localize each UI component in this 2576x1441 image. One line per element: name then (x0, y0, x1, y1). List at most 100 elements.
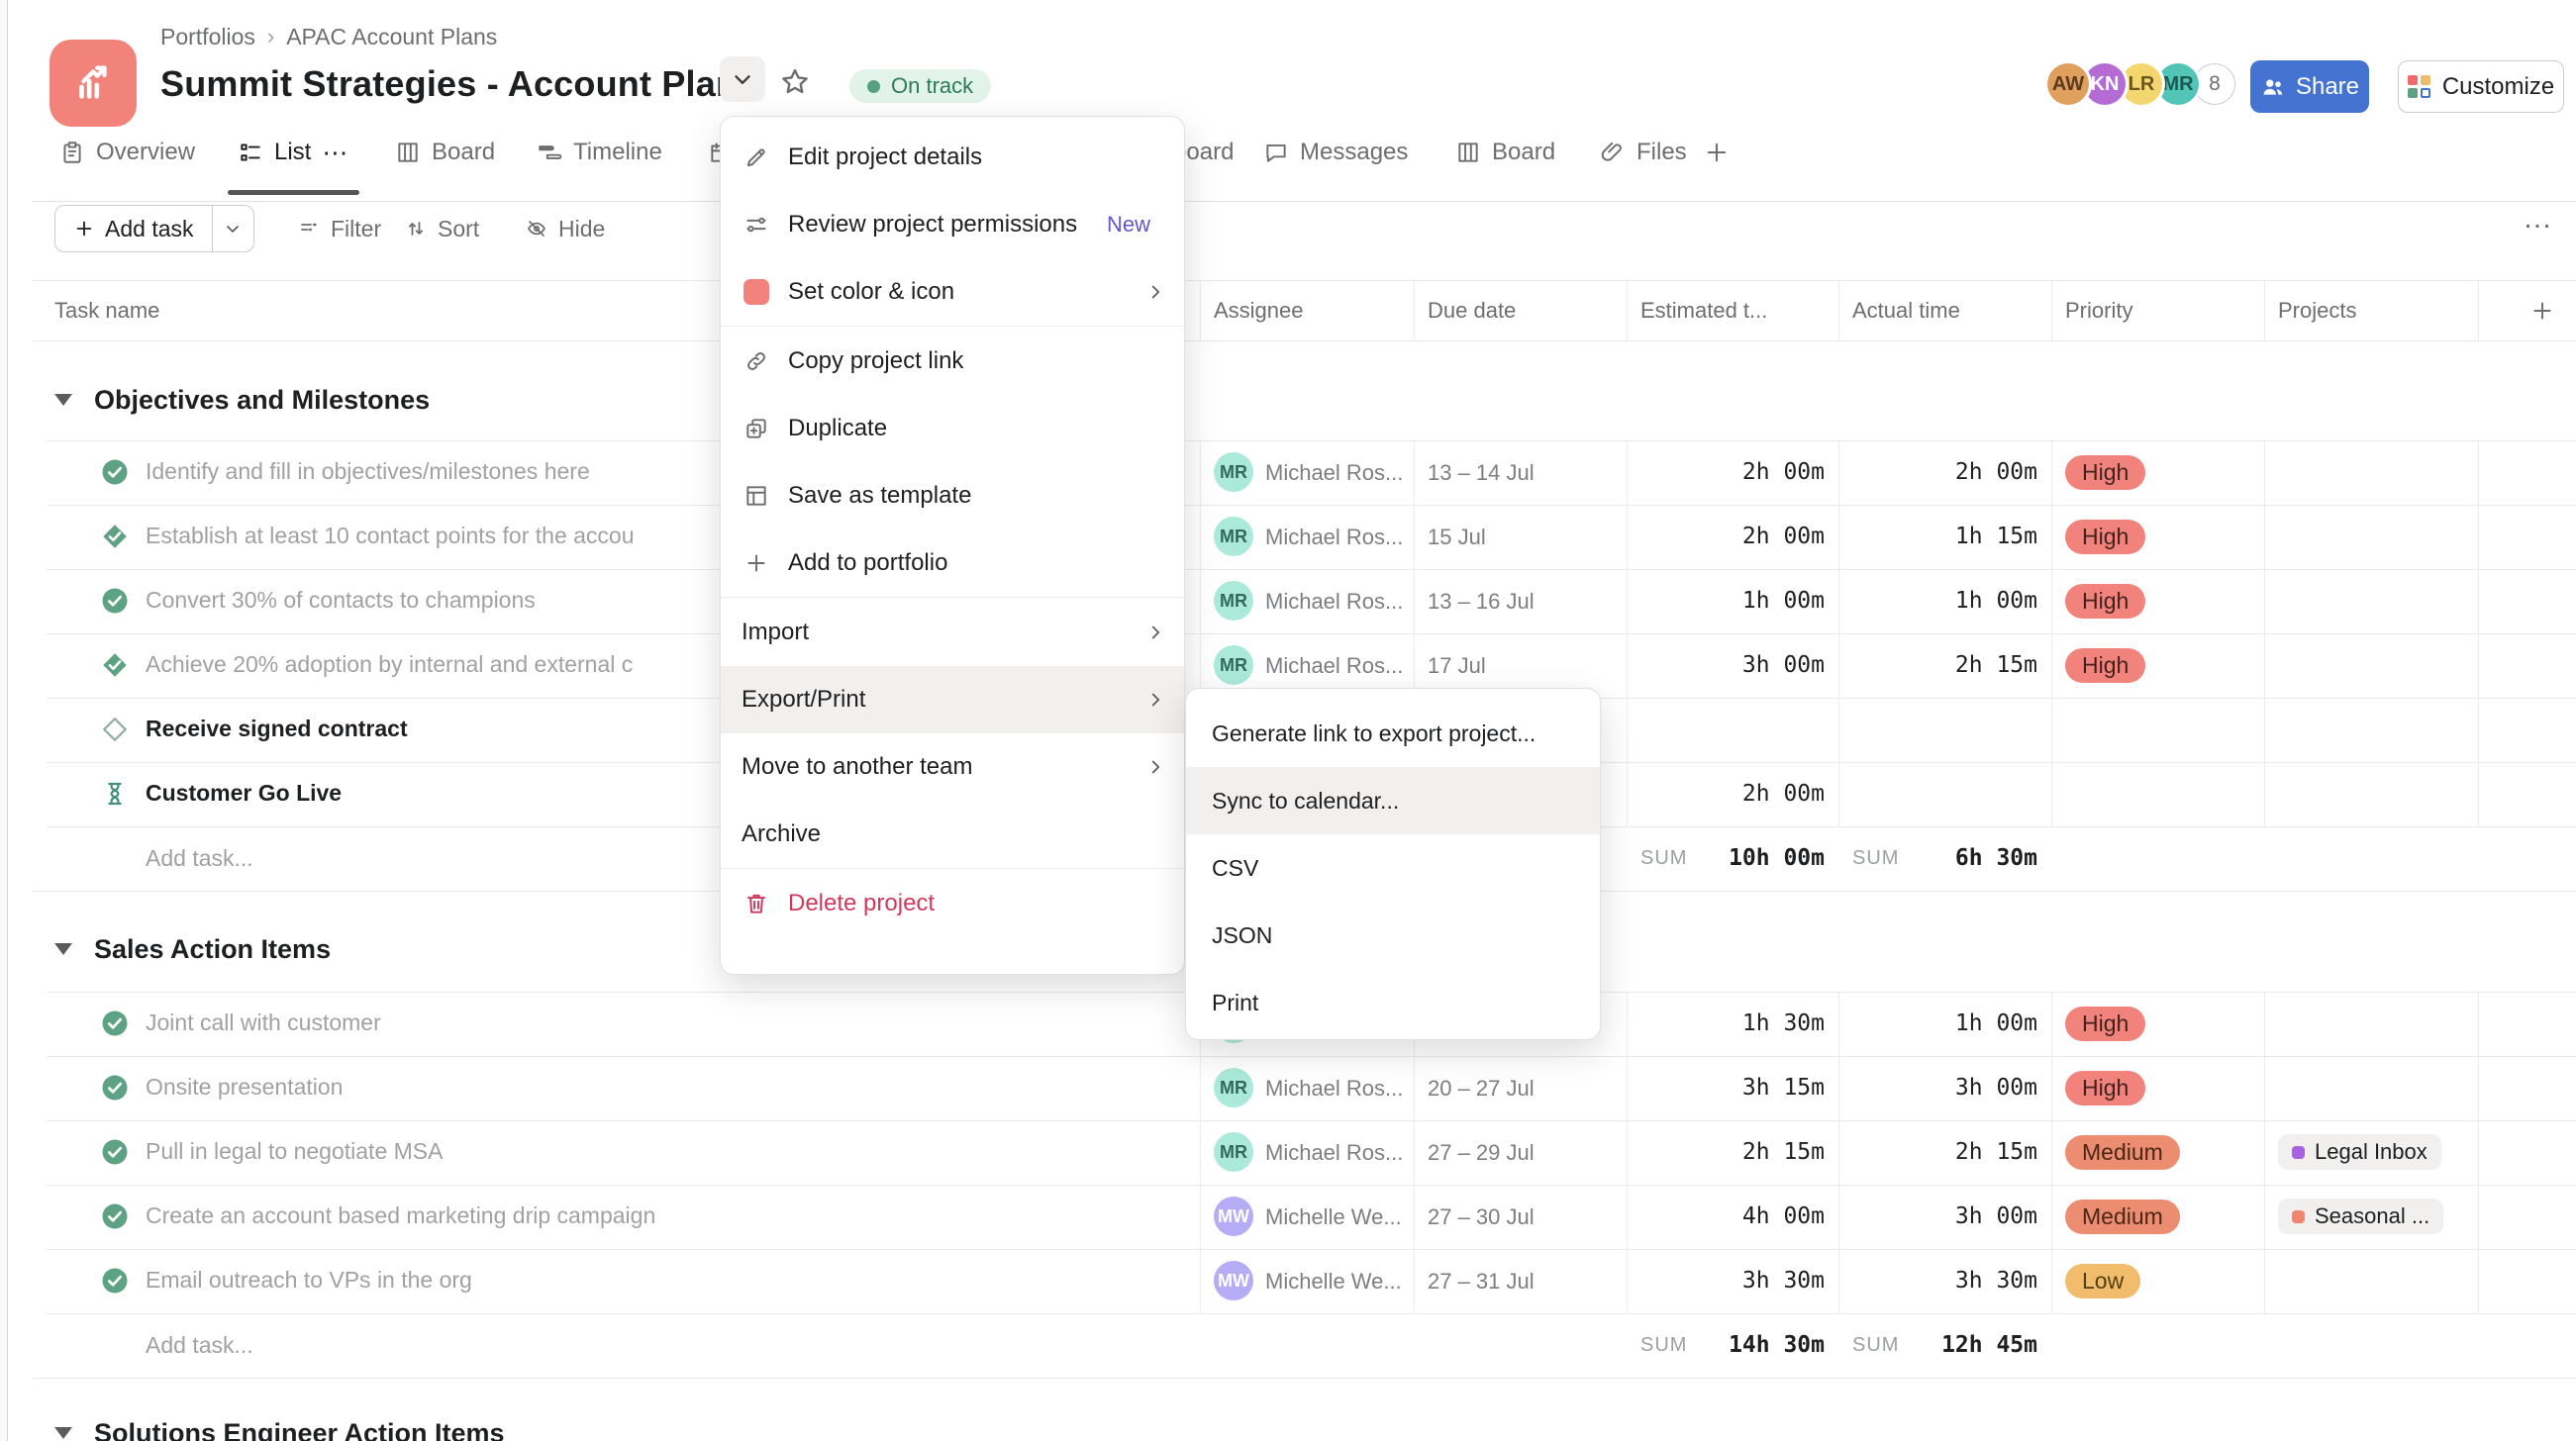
assignee-name[interactable]: Michael Ros... (1265, 525, 1403, 550)
add-tab-button[interactable] (1703, 127, 1731, 178)
submenu-item-csv[interactable]: CSV (1186, 834, 1600, 902)
status-badge[interactable]: On track (849, 69, 991, 103)
assignee-name[interactable]: Michael Ros... (1265, 1076, 1403, 1102)
task-row[interactable]: Identify and fill in objectives/mileston… (0, 440, 2576, 505)
menu-item-export-print[interactable]: Export/Print (721, 666, 1184, 733)
assignee-avatar[interactable]: MR (1214, 517, 1253, 556)
assignee-avatar[interactable]: MR (1214, 1132, 1253, 1172)
toolbar-more-button[interactable]: … (2523, 202, 2554, 236)
tab-board[interactable]: Board (1455, 127, 1555, 178)
assignee-name[interactable]: Michael Ros... (1265, 589, 1403, 615)
task-name[interactable]: Achieve 20% adoption by internal and ext… (146, 651, 633, 678)
estimated-time-cell[interactable]: 3h 30m (1640, 1268, 1825, 1294)
actual-time-cell[interactable]: 1h 15m (1853, 524, 2037, 549)
filter-button[interactable]: Filter (297, 205, 381, 252)
task-completed-check-icon[interactable] (100, 1009, 130, 1038)
add-column-button[interactable] (2509, 280, 2576, 341)
column-header-estimated-t-[interactable]: Estimated t... (1640, 280, 1767, 341)
project-tag[interactable]: Legal Inbox (2278, 1134, 2441, 1170)
member-avatar[interactable]: LR (2121, 63, 2162, 105)
estimated-time-cell[interactable]: 2h 00m (1640, 459, 1825, 485)
breadcrumb-portfolios[interactable]: Portfolios (160, 24, 255, 50)
menu-item-import[interactable]: Import (721, 599, 1184, 666)
assignee-name[interactable]: Michelle We... (1265, 1204, 1402, 1230)
assignee-avatar[interactable]: MR (1214, 645, 1253, 685)
column-header-due-date[interactable]: Due date (1428, 280, 1516, 341)
approval-hourglass-icon[interactable] (100, 779, 130, 809)
task-name[interactable]: Identify and fill in objectives/mileston… (146, 458, 590, 485)
estimated-time-cell[interactable]: 3h 15m (1640, 1075, 1825, 1101)
milestone-completed-icon[interactable] (100, 650, 130, 680)
hide-button[interactable]: Hide (525, 205, 605, 252)
tab-more-options[interactable]: ⋯ (322, 138, 348, 168)
column-header-projects[interactable]: Projects (2278, 280, 2356, 341)
priority-badge[interactable]: High (2065, 584, 2145, 619)
task-row[interactable]: Convert 30% of contacts to championsMRMi… (0, 569, 2576, 633)
submenu-item-generate-link-to-export-project-[interactable]: Generate link to export project... (1186, 700, 1600, 767)
task-name[interactable]: Convert 30% of contacts to champions (146, 587, 536, 614)
add-task-dropdown[interactable] (212, 206, 253, 251)
menu-item-archive[interactable]: Archive (721, 801, 1184, 868)
project-actions-dropdown-button[interactable] (720, 56, 765, 102)
priority-badge[interactable]: Medium (2065, 1200, 2180, 1234)
customize-button[interactable]: Customize (2398, 60, 2564, 113)
priority-badge[interactable]: Medium (2065, 1135, 2180, 1170)
column-header-actual-time[interactable]: Actual time (1852, 280, 1960, 341)
task-name[interactable]: Customer Go Live (146, 780, 342, 807)
task-row[interactable]: Establish at least 10 contact points for… (0, 505, 2576, 569)
priority-badge[interactable]: High (2065, 648, 2145, 683)
priority-badge[interactable]: High (2065, 455, 2145, 490)
due-date-cell[interactable]: 13 – 16 Jul (1428, 589, 1535, 615)
assignee-avatar[interactable]: MW (1214, 1197, 1253, 1236)
due-date-cell[interactable]: 27 – 31 Jul (1428, 1269, 1535, 1295)
task-name[interactable]: Receive signed contract (146, 716, 408, 742)
menu-item-edit-project-details[interactable]: Edit project details (721, 124, 1184, 191)
assignee-name[interactable]: Michael Ros... (1265, 460, 1403, 486)
task-completed-check-icon[interactable] (100, 1137, 130, 1167)
submenu-item-sync-to-calendar-[interactable]: Sync to calendar... (1186, 767, 1600, 834)
member-avatar[interactable]: AW (2047, 63, 2089, 105)
task-row[interactable]: Email outreach to VPs in the orgMWMichel… (0, 1249, 2576, 1313)
task-name[interactable]: Create an account based marketing drip c… (146, 1202, 655, 1229)
favorite-star-button[interactable] (778, 65, 812, 99)
add-task-button[interactable]: Add task (54, 205, 254, 252)
section-collapse-triangle-icon[interactable] (54, 394, 72, 406)
member-avatar[interactable]: MR (2157, 63, 2199, 105)
tab-messages[interactable]: Messages (1263, 127, 1408, 178)
actual-time-cell[interactable]: 3h 30m (1853, 1268, 2037, 1294)
actual-time-cell[interactable]: 1h 00m (1853, 1010, 2037, 1036)
task-completed-check-icon[interactable] (100, 1266, 130, 1296)
due-date-cell[interactable]: 27 – 30 Jul (1428, 1204, 1535, 1230)
actual-time-cell[interactable]: 2h 15m (1853, 652, 2037, 678)
tab-files[interactable]: Files (1600, 127, 1687, 178)
member-overflow-count[interactable]: 8 (2194, 63, 2235, 105)
menu-item-review-project-permissions[interactable]: Review project permissionsNew (721, 191, 1184, 258)
tab-timeline[interactable]: Timeline (537, 127, 662, 178)
menu-item-delete-project[interactable]: Delete project (721, 870, 1184, 937)
estimated-time-cell[interactable]: 2h 00m (1640, 781, 1825, 807)
column-header-priority[interactable]: Priority (2065, 280, 2132, 341)
task-name[interactable]: Pull in legal to negotiate MSA (146, 1138, 443, 1165)
submenu-item-print[interactable]: Print (1186, 969, 1600, 1036)
actual-time-cell[interactable]: 2h 15m (1853, 1139, 2037, 1165)
actual-time-cell[interactable]: 1h 00m (1853, 588, 2037, 614)
estimated-time-cell[interactable]: 4h 00m (1640, 1203, 1825, 1229)
assignee-avatar[interactable]: MR (1214, 1068, 1253, 1107)
add-task-row[interactable]: Add task... (146, 845, 253, 872)
project-tag[interactable]: Seasonal ... (2278, 1199, 2443, 1234)
due-date-cell[interactable]: 13 – 14 Jul (1428, 460, 1535, 486)
milestone-incomplete-icon[interactable] (100, 715, 130, 744)
menu-item-move-to-another-team[interactable]: Move to another team (721, 733, 1184, 801)
task-name[interactable]: Joint call with customer (146, 1009, 381, 1036)
sort-button[interactable]: Sort (404, 205, 479, 252)
submenu-item-json[interactable]: JSON (1186, 902, 1600, 969)
milestone-completed-icon[interactable] (100, 522, 130, 551)
task-completed-check-icon[interactable] (100, 1201, 130, 1231)
task-row[interactable]: Onsite presentationMRMichael Ros...20 – … (0, 1056, 2576, 1120)
task-name[interactable]: Email outreach to VPs in the org (146, 1267, 472, 1294)
actual-time-cell[interactable]: 3h 00m (1853, 1203, 2037, 1229)
section-collapse-triangle-icon[interactable] (54, 1427, 72, 1439)
priority-badge[interactable]: High (2065, 520, 2145, 554)
due-date-cell[interactable]: 15 Jul (1428, 525, 1486, 550)
menu-item-save-as-template[interactable]: Save as template (721, 462, 1184, 529)
